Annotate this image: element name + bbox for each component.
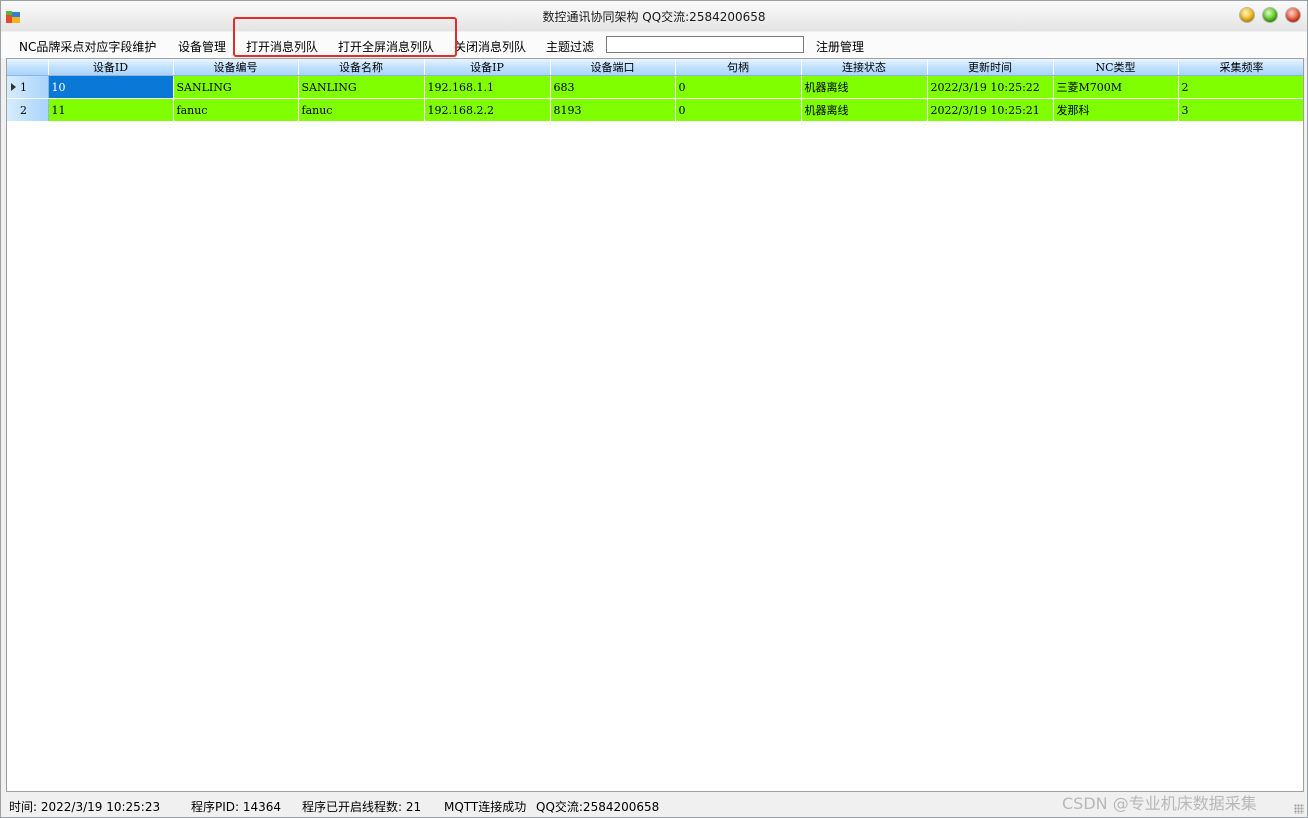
close-button[interactable] (1286, 8, 1300, 22)
grid-cell[interactable]: 683 (550, 75, 676, 99)
current-row-arrow-icon (11, 83, 16, 92)
row-header[interactable]: 2 (7, 98, 49, 122)
column-header[interactable]: 句柄 (675, 59, 802, 76)
device-grid[interactable]: 设备ID 设备编号 设备名称 设备IP 设备端口 句柄 连接状态 更新时间 NC… (6, 58, 1304, 792)
menu-topic-filter[interactable]: 主题过滤 (546, 38, 594, 55)
grid-cell[interactable]: 发那科 (1053, 98, 1179, 122)
minimize-button[interactable] (1240, 8, 1254, 22)
grid-cell[interactable]: 192.168.2.2 (424, 98, 551, 122)
menu-nc-field-maintenance[interactable]: NC品牌采点对应字段维护 (19, 38, 156, 55)
topic-filter-input[interactable] (606, 36, 804, 53)
column-header[interactable]: 更新时间 (927, 59, 1054, 76)
column-header[interactable]: NC类型 (1053, 59, 1179, 76)
grid-cell[interactable]: 3 (1178, 98, 1303, 122)
row-header[interactable]: 1 (7, 75, 49, 99)
table-row[interactable]: 2 11 fanuc fanuc 192.168.2.2 8193 0 机器离线… (7, 98, 1303, 122)
column-header[interactable]: 设备ID (48, 59, 174, 76)
grid-cell[interactable]: SANLING (298, 75, 425, 99)
grid-cell[interactable]: 192.168.1.1 (424, 75, 551, 99)
menu-registration-management[interactable]: 注册管理 (816, 38, 864, 55)
status-thread-count: 程序已开启线程数: 21 (302, 800, 422, 814)
grid-cell[interactable]: 2022/3/19 10:25:21 (927, 98, 1054, 122)
grid-cell[interactable]: 2 (1178, 75, 1303, 99)
resize-grip-icon[interactable] (1294, 804, 1304, 814)
watermark: CSDN @专业机床数据采集 (1062, 794, 1257, 813)
grid-cell[interactable]: 0 (675, 98, 802, 122)
window-title: 数控通讯协同架构 QQ交流:2584200658 (542, 10, 766, 24)
grid-cell[interactable]: 2022/3/19 10:25:22 (927, 75, 1054, 99)
title-bar[interactable]: 数控通讯协同架构 QQ交流:2584200658 (1, 1, 1307, 31)
grid-cell[interactable]: SANLING (173, 75, 299, 99)
grid-cell[interactable]: 10 (48, 75, 174, 99)
grid-cell[interactable]: fanuc (173, 98, 299, 122)
grid-cell[interactable]: 0 (675, 75, 802, 99)
grid-header-row: 设备ID 设备编号 设备名称 设备IP 设备端口 句柄 连接状态 更新时间 NC… (7, 59, 1303, 76)
menu-device-management[interactable]: 设备管理 (178, 38, 226, 55)
row-number: 2 (20, 103, 27, 117)
row-header-corner (7, 59, 49, 76)
grid-cell[interactable]: 机器离线 (801, 75, 928, 99)
menu-open-message-queue[interactable]: 打开消息列队 (246, 38, 318, 55)
menu-close-message-queue[interactable]: 关闭消息列队 (454, 38, 526, 55)
app-window: 数控通讯协同架构 QQ交流:2584200658 NC品牌采点对应字段维护 设备… (0, 0, 1308, 818)
maximize-button[interactable] (1263, 8, 1277, 22)
column-header[interactable]: 采集频率 (1178, 59, 1303, 76)
grid-cell[interactable]: 8193 (550, 98, 676, 122)
grid-cell[interactable]: 三菱M700M (1053, 75, 1179, 99)
row-number: 1 (20, 80, 27, 94)
table-row[interactable]: 1 10 SANLING SANLING 192.168.1.1 683 0 机… (7, 75, 1303, 99)
column-header[interactable]: 设备端口 (550, 59, 676, 76)
column-header[interactable]: 设备IP (424, 59, 551, 76)
status-time: 时间: 2022/3/19 10:25:23 (9, 800, 161, 814)
status-qq: QQ交流:2584200658 (536, 800, 660, 814)
column-header[interactable]: 连接状态 (801, 59, 928, 76)
grid-cell[interactable]: 11 (48, 98, 174, 122)
column-header[interactable]: 设备名称 (298, 59, 425, 76)
grid-cell[interactable]: fanuc (298, 98, 425, 122)
row-arrow-placeholder (11, 106, 16, 114)
status-pid: 程序PID: 14364 (191, 800, 282, 814)
menu-open-fullscreen-message-queue[interactable]: 打开全屏消息列队 (338, 38, 434, 55)
column-header[interactable]: 设备编号 (173, 59, 299, 76)
status-mqtt: MQTT连接成功 (444, 800, 527, 814)
grid-cell[interactable]: 机器离线 (801, 98, 928, 122)
